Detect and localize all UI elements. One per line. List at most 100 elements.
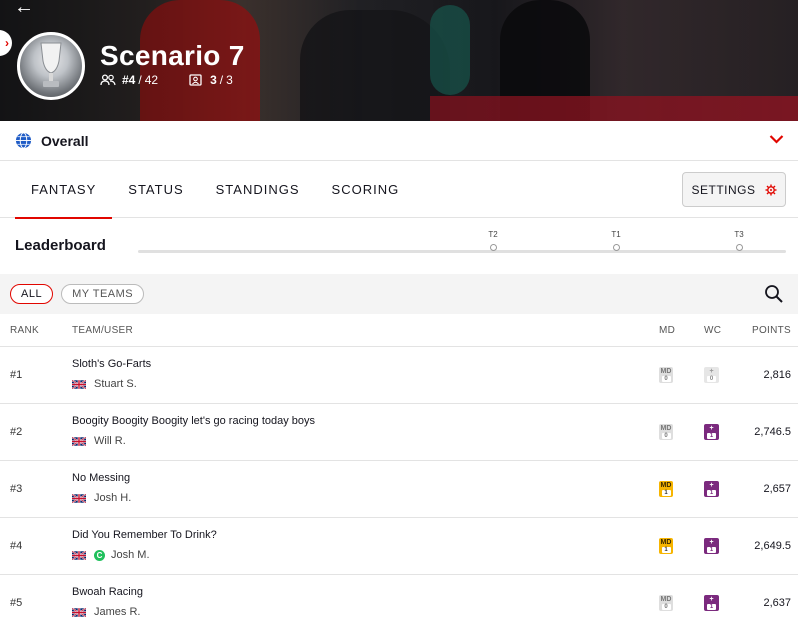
teams-total: 3 <box>226 73 233 87</box>
timeline-marker[interactable]: T1 <box>606 230 626 251</box>
filter-my-teams[interactable]: MY TEAMS <box>61 284 145 304</box>
teams-timeline: T2 T1 T3 <box>138 230 786 253</box>
chip-label: MD <box>660 539 672 546</box>
row-rank: #2 <box>10 426 23 438</box>
globe-icon <box>15 132 32 149</box>
chip-label: + <box>709 539 714 546</box>
tab-fantasy[interactable]: FANTASY <box>15 161 113 219</box>
row-user-name: Will R. <box>94 435 126 447</box>
row-points: 2,637 <box>763 597 791 609</box>
chip-count: 1 <box>707 490 716 496</box>
chevron-down-icon[interactable] <box>769 134 784 144</box>
team-card-icon <box>189 74 202 86</box>
mega-driver-chip: MD 1 <box>659 538 673 554</box>
uk-flag-icon <box>72 607 86 617</box>
league-title: Scenario 7 <box>100 40 245 71</box>
table-row[interactable]: #4 Did You Remember To Drink? C Josh M. … <box>0 518 798 575</box>
wildcard-chip: +1 <box>704 595 719 611</box>
row-points: 2,746.5 <box>754 426 791 438</box>
row-user-name: Josh M. <box>111 549 150 561</box>
tab-status[interactable]: STATUS <box>112 161 199 218</box>
chip-label: MD <box>660 482 672 489</box>
uk-flag-icon <box>72 493 86 503</box>
league-position: #4 / 42 <box>100 73 158 87</box>
wildcard-chip: +1 <box>704 538 719 554</box>
teams-used: 3 <box>210 73 217 87</box>
chevron-right-icon: › <box>5 36 9 50</box>
users-icon <box>100 74 116 86</box>
gear-icon <box>765 184 776 195</box>
tab-standings[interactable]: STANDINGS <box>200 161 316 218</box>
row-rank: #5 <box>10 597 23 609</box>
table-header: RANK TEAM/USER MD WC POINTS <box>0 314 798 347</box>
column-team-user: TEAM/USER <box>72 325 134 336</box>
row-user: Stuart S. <box>72 378 137 390</box>
chip-count: 1 <box>661 547 671 553</box>
timeline-marker[interactable]: T3 <box>729 230 749 251</box>
separator: / <box>219 73 224 87</box>
settings-label: SETTINGS <box>691 182 756 197</box>
chip-count: 0 <box>661 433 671 439</box>
search-icon[interactable] <box>764 284 784 304</box>
row-rank: #1 <box>10 369 23 381</box>
uk-flag-icon <box>72 436 86 446</box>
leaderboard-header: Leaderboard T2 T1 T3 <box>0 218 798 274</box>
uk-flag-icon <box>72 550 86 560</box>
row-rank: #4 <box>10 540 23 552</box>
table-row[interactable]: #5 Bwoah Racing James R. MD 0 +1 2,637 <box>0 575 798 630</box>
row-team-name: Did You Remember To Drink? <box>72 529 217 541</box>
back-arrow-icon[interactable]: ← <box>14 0 34 19</box>
row-user: Josh H. <box>72 492 131 504</box>
chip-count: 0 <box>661 604 671 610</box>
chip-label: + <box>709 482 714 489</box>
league-trophy-avatar <box>17 32 85 100</box>
table-row[interactable]: #3 No Messing Josh H. MD 1 +1 2,657 <box>0 461 798 518</box>
row-rank: #3 <box>10 483 23 495</box>
chip-label: MD <box>660 425 672 432</box>
settings-button[interactable]: SETTINGS <box>682 172 786 207</box>
row-user-name: Stuart S. <box>94 378 137 390</box>
row-user: James R. <box>72 606 140 618</box>
chip-label: + <box>709 596 714 603</box>
wildcard-chip: +0 <box>704 367 719 383</box>
row-user-name: Josh H. <box>94 492 132 504</box>
table-row[interactable]: #1 Sloth's Go-Farts Stuart S. MD 0 +0 2,8… <box>0 347 798 404</box>
trophy-icon <box>40 42 62 87</box>
separator: / <box>138 73 142 87</box>
chip-count: 1 <box>707 547 716 553</box>
chip-count: 1 <box>707 604 716 610</box>
filter-all[interactable]: ALL <box>10 284 54 304</box>
chip-count: 0 <box>661 376 671 382</box>
league-meta: #4 / 42 3 / 3 <box>100 73 263 87</box>
row-points: 2,816 <box>763 369 791 381</box>
mega-driver-chip: MD 1 <box>659 481 673 497</box>
wildcard-chip: +1 <box>704 481 719 497</box>
chip-label: + <box>709 368 714 375</box>
timeline-dot <box>735 244 743 251</box>
mega-driver-chip: MD 0 <box>659 595 673 611</box>
row-points: 2,649.5 <box>754 540 791 552</box>
chip-label: MD <box>660 596 672 603</box>
chip-count: 1 <box>707 433 716 439</box>
row-team-name: Boogity Boogity Boogity let's go racing … <box>72 415 316 427</box>
mega-driver-chip: MD 0 <box>659 424 673 440</box>
league-tabs: FANTASY STATUS STANDINGS SCORING SETTING… <box>0 161 798 219</box>
column-points: POINTS <box>751 325 791 336</box>
row-user-name: James R. <box>94 606 141 618</box>
overall-dropdown[interactable]: Overall <box>0 121 798 161</box>
timeline-marker[interactable]: T2 <box>483 230 503 251</box>
table-row[interactable]: #2 Boogity Boogity Boogity let's go raci… <box>0 404 798 461</box>
tab-scoring[interactable]: SCORING <box>316 161 416 218</box>
chip-count: 0 <box>707 376 716 382</box>
overall-label: Overall <box>41 132 89 149</box>
row-user: Will R. <box>72 435 126 447</box>
chip-label: MD <box>660 368 672 375</box>
column-md: MD <box>659 325 676 336</box>
leaderboard-title: Leaderboard <box>15 237 106 254</box>
uk-flag-icon <box>72 379 86 389</box>
league-header: ← › Scenario 7 #4 / 42 3 / 3 <box>0 0 798 121</box>
column-wc: WC <box>704 325 722 336</box>
user-badge: C <box>94 549 105 561</box>
chip-count: 1 <box>661 490 671 496</box>
row-points: 2,657 <box>763 483 791 495</box>
